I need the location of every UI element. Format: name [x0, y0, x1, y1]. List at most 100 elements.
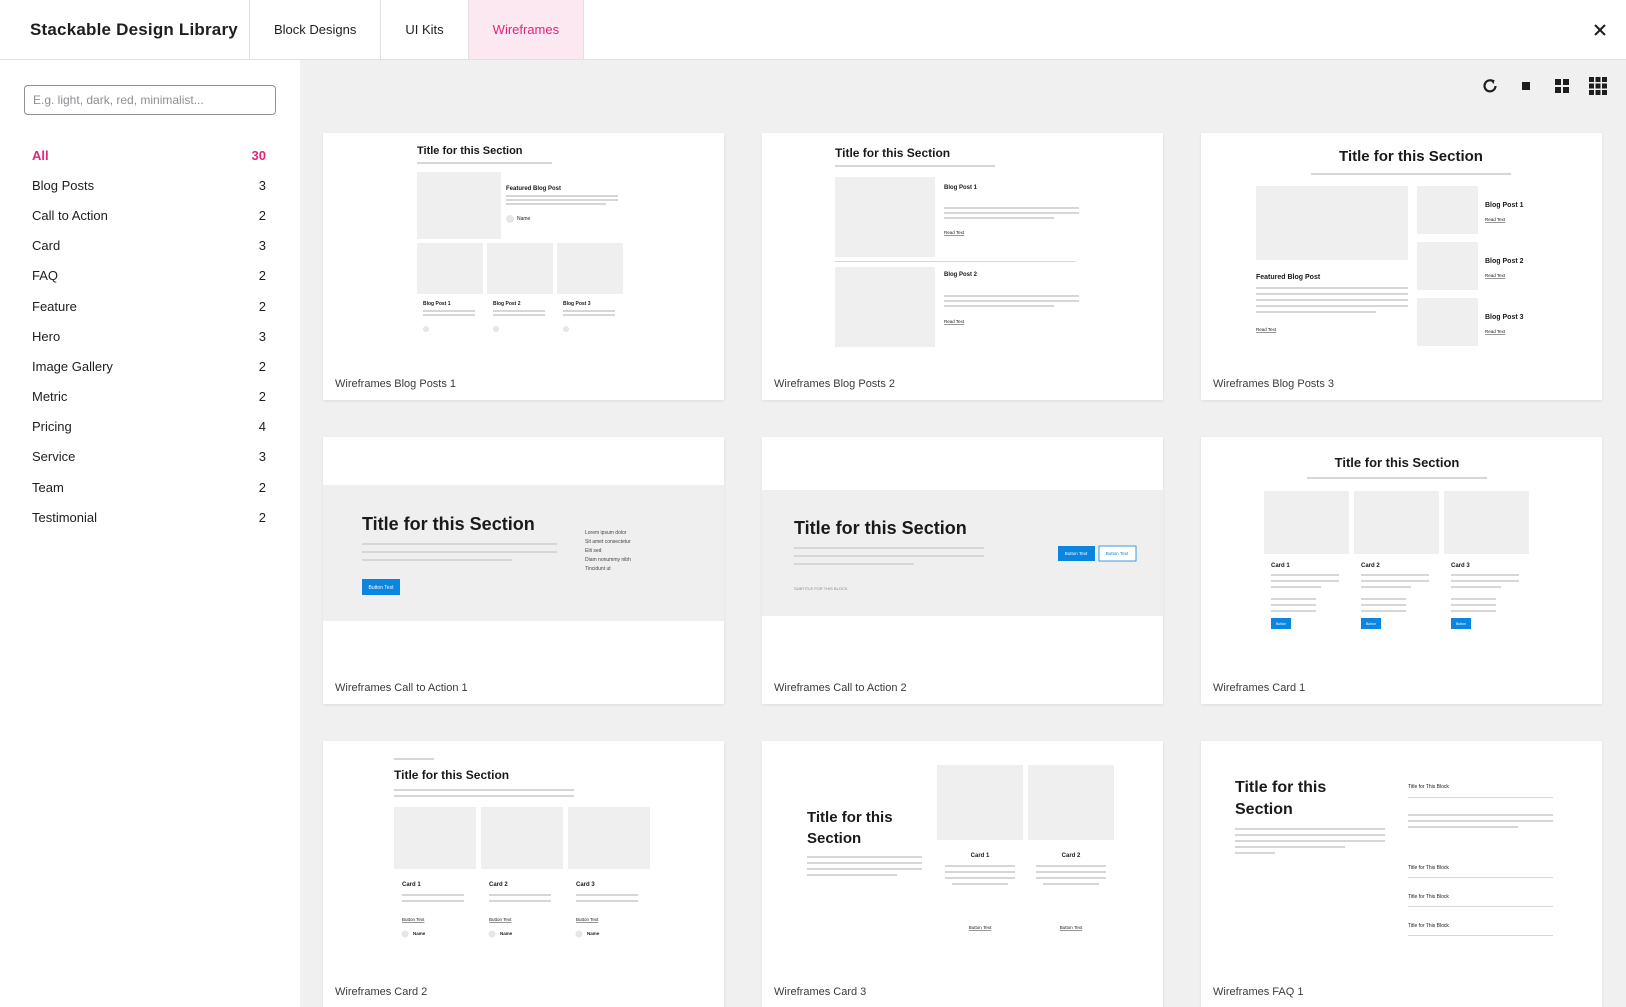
preview-card-title: Card 2 [489, 882, 508, 888]
preview-button: Button Text [369, 585, 395, 591]
category-team[interactable]: Team 2 [32, 472, 266, 502]
preview-link: Button Text [402, 917, 425, 922]
refresh-button[interactable] [1476, 72, 1504, 100]
preview-link: Button Text [969, 925, 992, 930]
preview-title-line: Section [1235, 801, 1293, 818]
preview-card-title: Card 1 [1271, 563, 1290, 569]
preview-post-title: Blog Post 2 [493, 301, 521, 307]
category-faq[interactable]: FAQ 2 [32, 261, 266, 291]
design-preview: Title for this Section Featured Blog Pos… [323, 133, 724, 365]
three-column-button[interactable] [1584, 72, 1612, 100]
preview-post-title: Blog Post 3 [1485, 314, 1524, 321]
category-blog-posts[interactable]: Blog Posts 3 [32, 170, 266, 200]
category-all[interactable]: All 30 [32, 140, 266, 170]
preview-post-title: Blog Post 1 [944, 185, 978, 191]
preview-title-line: Section [807, 830, 861, 847]
preview-list-item: Lorem ipsum dolor [585, 530, 627, 536]
preview-link: Read Text [944, 230, 965, 235]
category-count: 2 [258, 358, 266, 374]
preview-link: Button Text [489, 917, 512, 922]
preview-featured-title: Featured Blog Post [506, 186, 561, 192]
category-label: Service [32, 449, 76, 465]
design-grid-area: Title for this Section Featured Blog Pos… [300, 60, 1626, 1007]
design-card-call-to-action-1[interactable]: Title for this Section Button Text Lorem… [323, 437, 724, 704]
preview-title-line: Title for this [807, 809, 893, 826]
preview-title: Title for this Section [1335, 455, 1460, 470]
design-card-label: Wireframes Call to Action 1 [335, 682, 468, 694]
search-input[interactable] [24, 85, 276, 115]
preview-title: Title for this Section [394, 768, 509, 782]
preview-post-title: Blog Post 1 [1485, 202, 1524, 209]
design-preview: Title for this Section Blog Post 1 Read … [762, 133, 1163, 365]
design-card-card-3[interactable]: Title for this Section Card 1 Card 2 But… [762, 741, 1163, 1007]
preview-question: Title for This Block [1408, 865, 1449, 871]
preview-button: Button [1456, 622, 1466, 626]
design-preview: Title for this Section Card 1 Card 2 Car… [323, 741, 724, 973]
view-toolbar [1476, 72, 1612, 100]
preview-title: Title for this Section [835, 146, 950, 160]
preview-link: Read Text [944, 319, 965, 324]
design-card-label: Wireframes Card 1 [1213, 682, 1306, 694]
design-card-blog-posts-3[interactable]: Title for this Section Featured Blog Pos… [1201, 133, 1602, 400]
tab-block-designs[interactable]: Block Designs [250, 0, 382, 59]
category-image-gallery[interactable]: Image Gallery 2 [32, 351, 266, 381]
preview-question: Title for This Block [1408, 784, 1449, 790]
design-card-card-1[interactable]: Title for this Section Card 1 Card 2 Car… [1201, 437, 1602, 704]
preview-subtitle: SUBTITLE FOR THIS BLOCK [794, 586, 848, 591]
category-label: Team [32, 479, 64, 495]
category-testimonial[interactable]: Testimonial 2 [32, 502, 266, 532]
preview-title: Title for this Section [417, 145, 523, 157]
single-column-button[interactable] [1512, 72, 1540, 100]
preview-post-title: Blog Post 1 [423, 301, 451, 307]
category-hero[interactable]: Hero 3 [32, 321, 266, 351]
category-count: 2 [258, 268, 266, 284]
category-metric[interactable]: Metric 2 [32, 382, 266, 412]
design-preview: Title for this Section SUBTITLE FOR THIS… [762, 437, 1163, 669]
design-card-blog-posts-1[interactable]: Title for this Section Featured Blog Pos… [323, 133, 724, 400]
preview-button: Button [1276, 622, 1286, 626]
category-count: 2 [258, 479, 266, 495]
design-preview: Title for this Section Title for This Bl… [1201, 741, 1602, 973]
tab-ui-kits[interactable]: UI Kits [381, 0, 469, 59]
category-pricing[interactable]: Pricing 4 [32, 412, 266, 442]
category-count: 2 [258, 509, 266, 525]
preview-button: Button Text [1065, 551, 1088, 556]
preview-list-item: Sit amet consectetur [585, 539, 631, 545]
two-column-grid-icon [1555, 79, 1569, 93]
category-call-to-action[interactable]: Call to Action 2 [32, 200, 266, 230]
design-card-call-to-action-2[interactable]: Title for this Section SUBTITLE FOR THIS… [762, 437, 1163, 704]
design-card-faq-1[interactable]: Title for this Section Title for This Bl… [1201, 741, 1602, 1007]
design-card-label: Wireframes Blog Posts 1 [335, 378, 457, 390]
preview-author: Name [587, 931, 600, 936]
close-button[interactable] [1586, 16, 1614, 44]
design-card-blog-posts-2[interactable]: Title for this Section Blog Post 1 Read … [762, 133, 1163, 400]
design-preview: Title for this Section Card 1 Card 2 Car… [1201, 437, 1602, 669]
preview-list-item: Elit sed [585, 548, 602, 554]
category-card[interactable]: Card 3 [32, 231, 266, 261]
two-column-button[interactable] [1548, 72, 1576, 100]
category-label: All [32, 147, 49, 163]
category-service[interactable]: Service 3 [32, 442, 266, 472]
category-count: 3 [258, 238, 266, 254]
design-preview: Title for this Section Card 1 Card 2 But… [762, 741, 1163, 973]
category-label: Hero [32, 328, 61, 344]
app-title: Stackable Design Library [0, 0, 250, 59]
tab-wireframes[interactable]: Wireframes [468, 0, 585, 59]
category-label: Blog Posts [32, 177, 95, 193]
preview-link: Read Text [1256, 327, 1277, 332]
preview-post-title: Blog Post 3 [563, 301, 591, 307]
category-label: Testimonial [32, 509, 98, 525]
design-card-card-2[interactable]: Title for this Section Card 1 Card 2 Car… [323, 741, 724, 1007]
design-card-label: Wireframes FAQ 1 [1213, 986, 1304, 998]
preview-featured-title: Featured Blog Post [1256, 274, 1321, 281]
category-feature[interactable]: Feature 2 [32, 291, 266, 321]
category-label: Metric [32, 389, 68, 405]
preview-card-title: Card 3 [576, 882, 595, 888]
preview-link: Read Text [1485, 217, 1506, 222]
preview-author: Name [413, 931, 426, 936]
single-column-icon [1522, 82, 1530, 90]
preview-post-title: Blog Post 2 [944, 272, 978, 278]
preview-card-title: Card 1 [402, 882, 421, 888]
preview-title: Title for this Section [794, 518, 967, 538]
preview-question: Title for This Block [1408, 923, 1449, 929]
